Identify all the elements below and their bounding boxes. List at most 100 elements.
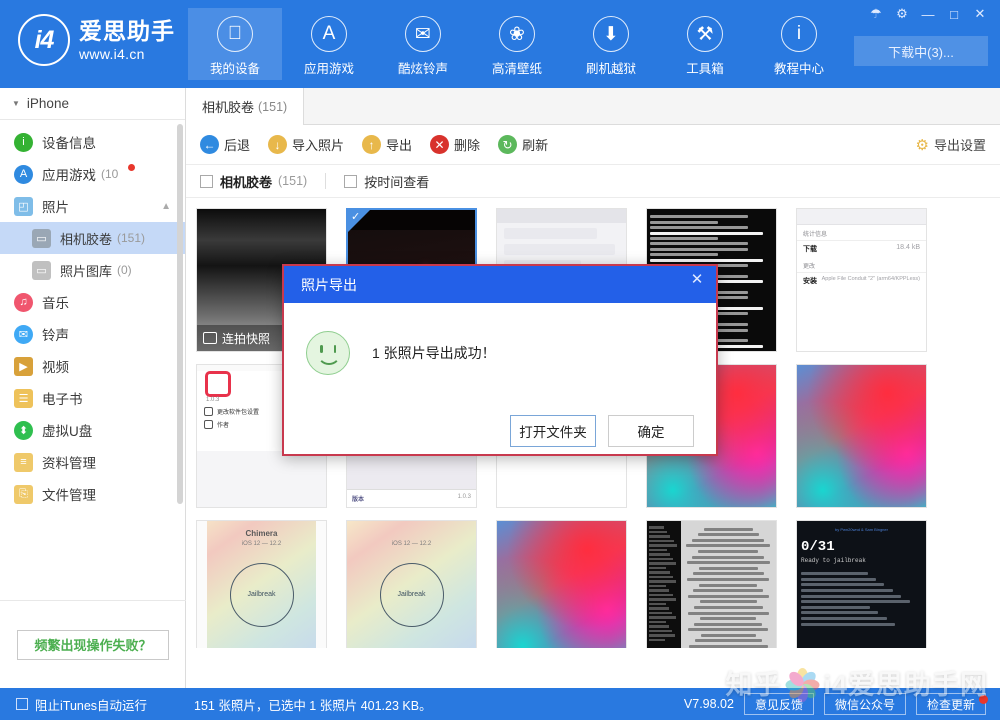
- sidebar-item-count: (0): [117, 263, 132, 277]
- select-all-label: 相机胶卷: [220, 174, 273, 190]
- maximize-icon[interactable]: □: [942, 3, 966, 25]
- sidebar-item-8[interactable]: ☰ 电子书: [0, 382, 185, 414]
- by-time-checkbox[interactable]: [344, 174, 358, 188]
- app-logo: i4 爱思助手 www.i4.cn: [18, 14, 175, 66]
- thumbnail-ios-wallpaper-pink[interactable]: [796, 364, 927, 508]
- sidebar-item-1[interactable]: A 应用游戏 (10: [0, 158, 185, 190]
- sidebar-item-11[interactable]: ⎘ 文件管理: [0, 478, 185, 510]
- status-button-1[interactable]: 微信公众号: [823, 693, 906, 715]
- sidebar-item-label: 铃声: [42, 328, 69, 343]
- sidebar-item-0[interactable]: i 设备信息: [0, 126, 185, 158]
- sidebar-device-header[interactable]: ▼ iPhone: [0, 88, 185, 120]
- sidebar-item-label: 设备信息: [42, 136, 96, 151]
- sidebar-item-5[interactable]: ♫ 音乐: [0, 286, 185, 318]
- check-icon: ✓: [351, 211, 361, 223]
- sidebar-item-label: 应用游戏: [42, 168, 96, 183]
- nav-item-label: 酷炫铃声: [397, 62, 448, 76]
- status-button-2[interactable]: 检查更新: [915, 693, 986, 715]
- sidebar: ▼ iPhone i 设备信息 A 应用游戏 (10 ◰ 照片 ▲ ▭ 相机胶卷 (151) ▭ 照片图…: [0, 88, 186, 688]
- minimize-icon[interactable]: —: [916, 3, 940, 25]
- thumbnail-chimera-jailbreak-fullscreen[interactable]: iOS 12 — 12.2 Jailbreak: [346, 520, 477, 648]
- photo-icon: ◰: [14, 196, 33, 216]
- itunes-checkbox-label: 阻止iTunes自动运行: [35, 698, 148, 713]
- status-buttons: 意见反馈 微信公众号 检查更新: [743, 693, 986, 715]
- settings-gear-icon[interactable]: ⚙: [890, 3, 914, 25]
- toolbar-button-3[interactable]: ✕ 删除: [430, 135, 480, 154]
- ebook-icon: ☰: [14, 388, 33, 408]
- ringtone-bell-icon: ✉: [14, 324, 33, 344]
- camera-roll-icon: ▭: [32, 228, 51, 248]
- nav-item-4[interactable]: ⬇ 刷机越狱: [564, 8, 658, 80]
- itunes-block-toggle[interactable]: 阻止iTunes自动运行: [0, 695, 186, 714]
- dialog-button-confirm[interactable]: 确定: [608, 415, 694, 447]
- nav-item-label: 工具箱: [686, 62, 724, 76]
- nav-item-2[interactable]: ✉ 酷炫铃声: [376, 8, 470, 80]
- logo-title: 爱思助手: [79, 17, 175, 44]
- toolbar-buttons: ← 后退 ↓ 导入照片 ↑ 导出 ✕ 删除 ↻ 刷新: [200, 135, 566, 154]
- chevron-up-icon[interactable]: ▲: [161, 201, 171, 212]
- toolbar-button-label: 删除: [454, 138, 481, 153]
- nav-item-3[interactable]: ❀ 高清壁纸: [470, 8, 564, 80]
- toolbox-icon: ⚒: [687, 16, 723, 52]
- sidebar-item-2[interactable]: ◰ 照片 ▲: [0, 190, 185, 222]
- help-button[interactable]: 频繁出现操作失败？: [17, 629, 169, 660]
- thumbnail-ios-wallpaper-gradient[interactable]: [496, 520, 627, 648]
- delete-icon: ✕: [430, 135, 450, 154]
- music-icon: ♫: [14, 292, 33, 312]
- action-toolbar: ← 后退 ↓ 导入照片 ↑ 导出 ✕ 删除 ↻ 刷新 ⚙ 导出设置: [186, 125, 1000, 165]
- update-badge-dot: [979, 695, 988, 704]
- app-header: i4 爱思助手 www.i4.cn  我的设备 A 应用游戏 ✉ 酷炫铃声 ❀ 高清壁纸 ⬇ 刷…: [0, 0, 1000, 88]
- select-all-checkbox[interactable]: [200, 174, 213, 188]
- dialog-title-bar: 照片导出 ✕: [284, 266, 716, 303]
- video-film-icon: ▶: [14, 356, 33, 376]
- toolbar-button-2[interactable]: ↑ 导出: [362, 135, 412, 154]
- thumbnail-chimera-jailbreak-screenshot[interactable]: Chimera iOS 12 — 12.2 Jailbreak: [196, 520, 327, 648]
- sidebar-item-label: 资料管理: [42, 456, 96, 471]
- sidebar-item-label: 文件管理: [42, 488, 96, 503]
- sidebar-item-3[interactable]: ▭ 相机胶卷 (151): [0, 222, 185, 254]
- toolbar-button-label: 刷新: [522, 138, 549, 153]
- info-icon: i: [781, 16, 817, 52]
- chevron-down-icon: ▼: [12, 99, 20, 108]
- dialog-close-icon[interactable]: ✕: [684, 268, 710, 290]
- thumbnail-jailbreak-log-screenshot[interactable]: [646, 520, 777, 648]
- divider: [325, 173, 327, 189]
- export-settings-button[interactable]: ⚙ 导出设置: [916, 135, 986, 154]
- logo-mark-icon: i4: [18, 14, 70, 66]
- sidebar-scrollbar[interactable]: [177, 124, 183, 504]
- nav-item-label: 应用游戏: [303, 62, 354, 76]
- status-button-0[interactable]: 意见反馈: [743, 693, 814, 715]
- nav-item-5[interactable]: ⚒ 工具箱: [658, 8, 752, 80]
- photo-library-icon: ▭: [32, 260, 51, 280]
- smiley-success-icon: [306, 331, 350, 375]
- window-controls: ☂ ⚙ — □ ✕: [864, 3, 992, 25]
- back-arrow-icon: ←: [200, 135, 219, 154]
- download-status-button[interactable]: 下载中(3)...: [854, 36, 988, 66]
- skin-icon[interactable]: ☂: [864, 3, 888, 25]
- close-icon[interactable]: ✕: [968, 3, 992, 25]
- toolbar-button-4[interactable]: ↻ 刷新: [498, 135, 548, 154]
- sidebar-item-9[interactable]: ⬍ 虚拟U盘: [0, 414, 185, 446]
- select-all-count: (151): [278, 174, 308, 188]
- flash-box-icon: ⬇: [593, 16, 629, 52]
- nav-item-label: 我的设备: [209, 62, 260, 76]
- dialog-footer: 打开文件夹 确定: [284, 415, 716, 447]
- sidebar-item-6[interactable]: ✉ 铃声: [0, 318, 185, 350]
- toolbar-button-1[interactable]: ↓ 导入照片: [268, 135, 344, 154]
- dialog-button-open-folder[interactable]: 打开文件夹: [510, 415, 596, 447]
- sidebar-list: i 设备信息 A 应用游戏 (10 ◰ 照片 ▲ ▭ 相机胶卷 (151) ▭ 照片图库 (0) ♫ 音乐 ✉ 铃…: [0, 120, 185, 510]
- toolbar-button-0[interactable]: ← 后退: [200, 135, 250, 154]
- nav-item-0[interactable]:  我的设备: [188, 8, 282, 80]
- sidebar-item-4[interactable]: ▭ 照片图库 (0): [0, 254, 185, 286]
- thumbnail-install-detail-screenshot[interactable]: 统计信息 下载 18.4 kB 更改 安装 Apple File Conduit "2" …: [796, 208, 927, 352]
- sidebar-item-10[interactable]: ≡ 资料管理: [0, 446, 185, 478]
- sidebar-item-label: 音乐: [42, 296, 69, 311]
- main-nav:  我的设备 A 应用游戏 ✉ 酷炫铃声 ❀ 高清壁纸 ⬇ 刷机越狱 ⚒ 工具箱 i 教程中心: [188, 8, 846, 80]
- appstore-icon: A: [14, 164, 33, 184]
- nav-item-6[interactable]: i 教程中心: [752, 8, 846, 80]
- itunes-checkbox[interactable]: [16, 698, 28, 710]
- thumbnail-unc0ver-ready-screenshot[interactable]: by Pwn20wnd & Sam Bingner 0/31 Ready to ja…: [796, 520, 927, 648]
- sidebar-item-7[interactable]: ▶ 视频: [0, 350, 185, 382]
- nav-item-1[interactable]: A 应用游戏: [282, 8, 376, 80]
- tab-0[interactable]: 相机胶卷 (151): [186, 88, 305, 125]
